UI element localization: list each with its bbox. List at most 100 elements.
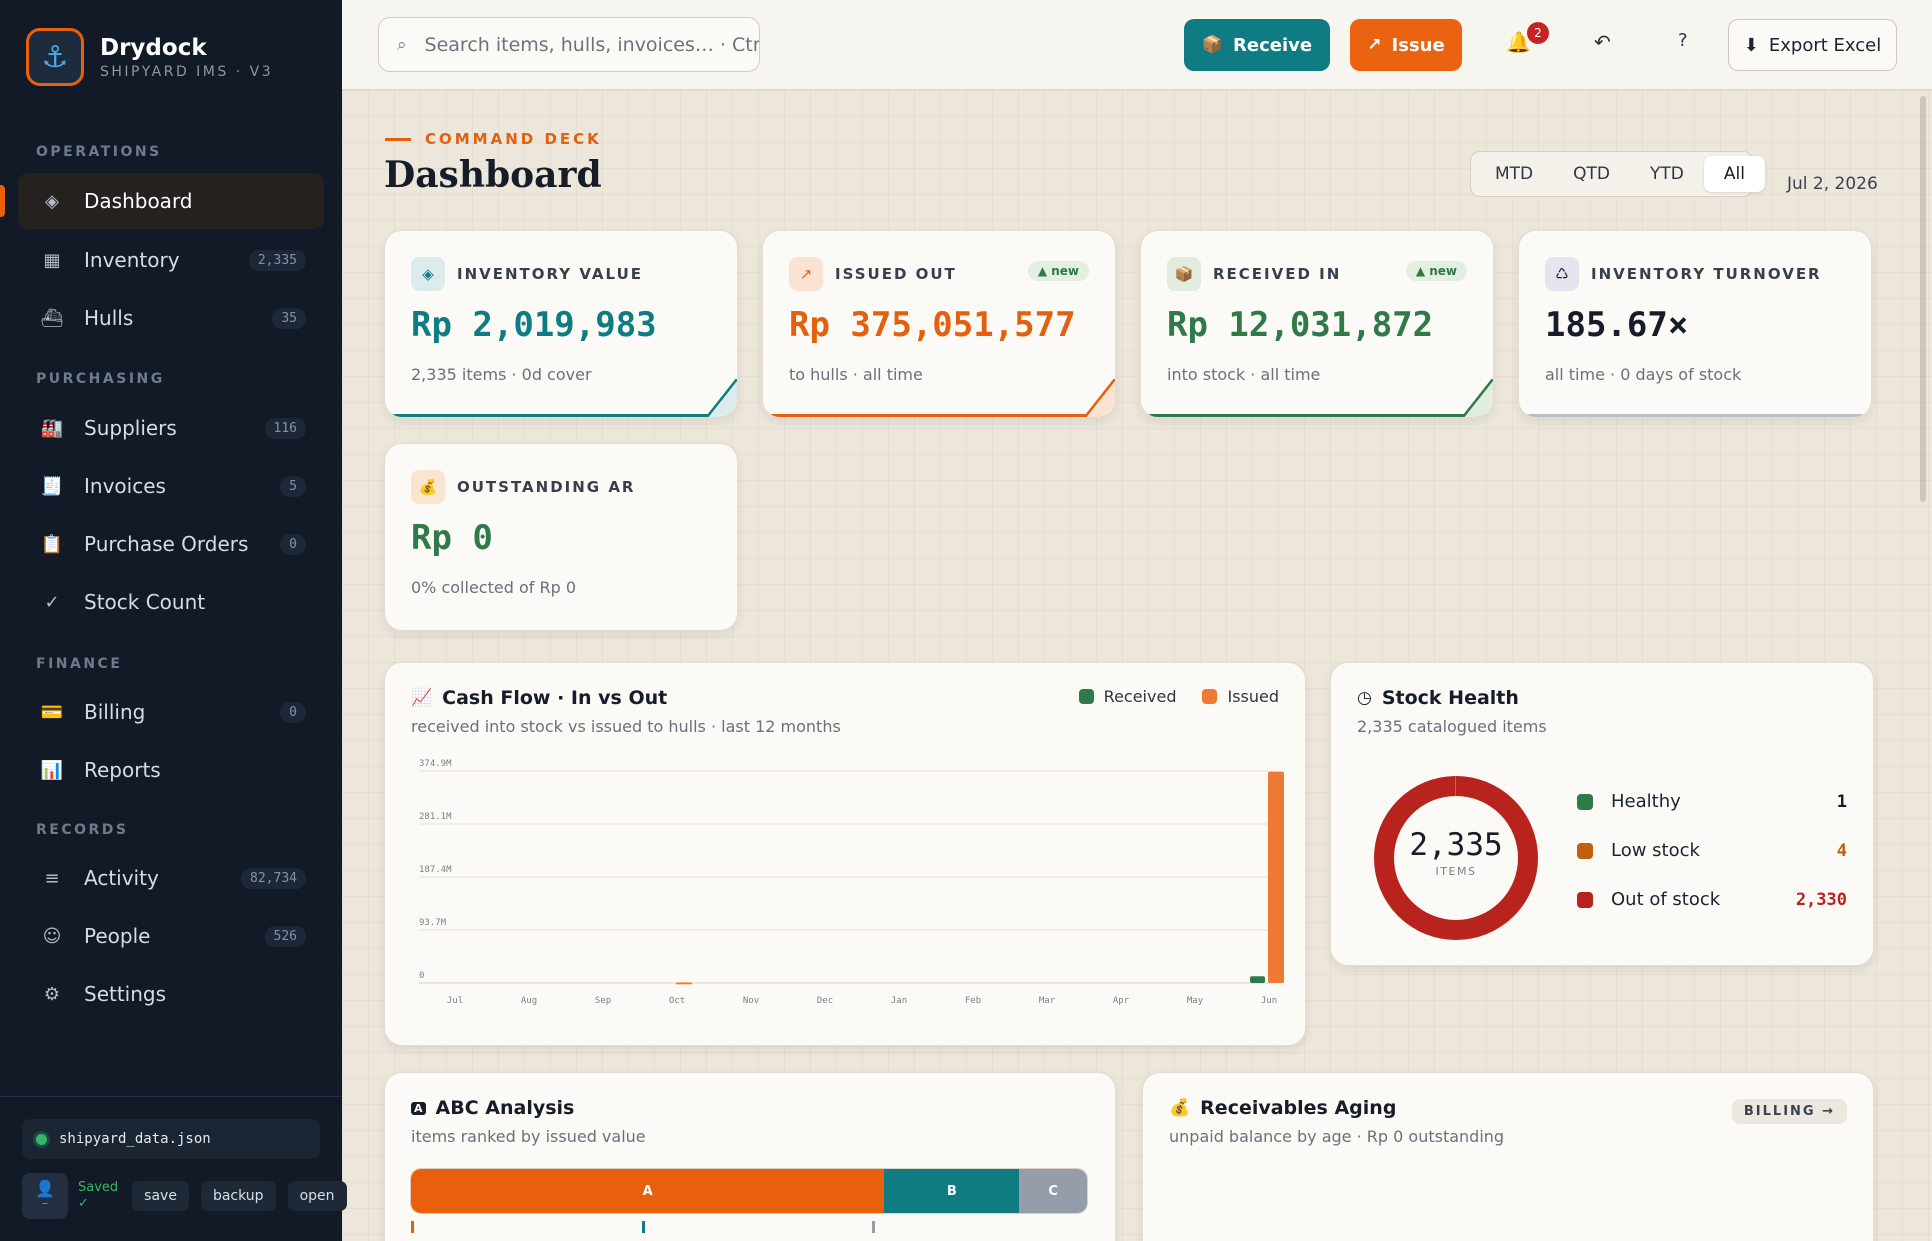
abc-marker-c bbox=[872, 1221, 875, 1233]
sidebar-item-count: 526 bbox=[264, 925, 306, 947]
money-bag-icon: 💰 bbox=[1169, 1098, 1191, 1118]
sidebar-item-label: Reports bbox=[84, 758, 161, 782]
health-row-healthy[interactable]: Healthy 1 bbox=[1577, 791, 1847, 812]
sidebar-item-hulls[interactable]: ⛴ Hulls 35 bbox=[18, 290, 324, 346]
nav-section-purchasing: PURCHASING bbox=[36, 371, 165, 387]
sidebar-item-label: Invoices bbox=[84, 474, 166, 498]
smiley-icon: ☺ bbox=[42, 925, 62, 947]
receive-button[interactable]: 📦 Receive bbox=[1184, 19, 1330, 71]
period-all[interactable]: All bbox=[1703, 156, 1765, 192]
sidebar-item-count: 0 bbox=[280, 533, 306, 555]
sidebar-item-reports[interactable]: 📊 Reports bbox=[18, 742, 324, 798]
sidebar-item-billing[interactable]: 💳 Billing 0 bbox=[18, 684, 324, 740]
clock-icon: ◷ bbox=[1357, 688, 1372, 708]
abc-marker-b bbox=[642, 1221, 645, 1233]
health-count: 4 bbox=[1836, 840, 1847, 861]
period-qtd[interactable]: QTD bbox=[1553, 156, 1630, 192]
health-swatch bbox=[1577, 793, 1593, 810]
bar-issued-jun bbox=[1268, 771, 1284, 983]
period-ytd[interactable]: YTD bbox=[1630, 156, 1704, 192]
kpi-accent-slash bbox=[1463, 379, 1493, 417]
list-icon: ≡ bbox=[44, 867, 60, 889]
sidebar-item-suppliers[interactable]: 🏭 Suppliers 116 bbox=[18, 400, 324, 456]
kpi-card-inventory-value[interactable]: ◈ INVENTORY VALUE Rp 2,019,983 2,335 items … bbox=[384, 230, 738, 418]
kpi-accent-line bbox=[1141, 414, 1493, 417]
sidebar-item-count: 82,734 bbox=[241, 867, 306, 889]
avatar[interactable]: 👤 – bbox=[22, 1173, 68, 1219]
brand[interactable]: ⚓ Drydock SHIPYARD IMS · V3 bbox=[26, 28, 273, 86]
sidebar-item-people[interactable]: ☺ People 526 bbox=[18, 908, 324, 964]
sidebar-item-invoices[interactable]: 🧾 Invoices 5 bbox=[18, 458, 324, 514]
kpi-value: Rp 0 bbox=[411, 518, 493, 558]
diamond-icon: ◈ bbox=[411, 257, 445, 291]
sidebar-item-activity[interactable]: ≡ Activity 82,734 bbox=[18, 850, 324, 906]
arrow-up-right-icon: ↗ bbox=[789, 257, 823, 291]
abc-segment-c[interactable]: C bbox=[1019, 1169, 1087, 1213]
issue-button[interactable]: ↗ Issue bbox=[1350, 19, 1462, 71]
sidebar-item-label: Settings bbox=[84, 982, 167, 1006]
page-eyebrow: COMMAND DECK bbox=[385, 130, 602, 148]
health-count: 2,330 bbox=[1795, 889, 1847, 910]
export-excel-button[interactable]: ⬇ Export Excel bbox=[1728, 19, 1897, 71]
sidebar-item-stock-count[interactable]: ✓ Stock Count bbox=[18, 574, 324, 630]
health-row-low-stock[interactable]: Low stock 4 bbox=[1577, 840, 1847, 861]
health-label: Low stock bbox=[1611, 840, 1700, 861]
undo-icon[interactable]: ↶ bbox=[1594, 30, 1611, 54]
kpi-accent-line bbox=[763, 414, 1115, 417]
data-file-chip[interactable]: shipyard_data.json bbox=[22, 1119, 320, 1159]
nav-section-finance: FINANCE bbox=[36, 656, 123, 672]
health-swatch bbox=[1577, 891, 1593, 908]
cashflow-card: 📈 Cash Flow · In vs Out received into st… bbox=[384, 662, 1306, 1046]
period-selector: MTD QTD YTD All bbox=[1470, 151, 1765, 197]
sidebar-item-dashboard[interactable]: ◈ Dashboard bbox=[0, 173, 324, 229]
kpi-value: 185.67× bbox=[1545, 305, 1689, 345]
topbar: ⌕ Search items, hulls, invoices… · Ctrl … bbox=[342, 0, 1932, 90]
donut-total-label: ITEMS bbox=[1435, 865, 1477, 878]
arrow-up-right-icon: ↗ bbox=[1367, 35, 1382, 55]
abc-analysis-card: A ABC Analysis items ranked by issued va… bbox=[384, 1072, 1116, 1241]
save-status: Saved ✓ bbox=[78, 1180, 118, 1212]
x-tick-label: Dec bbox=[817, 996, 833, 1006]
kpi-card-inventory-turnover[interactable]: ♺ INVENTORY TURNOVER 185.67× all time · 0 d… bbox=[1518, 230, 1872, 418]
search-placeholder: Search items, hulls, invoices… · Ctrl bbox=[424, 33, 760, 56]
y-tick-label: 0 bbox=[419, 971, 424, 981]
sidebar-item-count: 116 bbox=[264, 417, 306, 439]
abc-subtitle: items ranked by issued value bbox=[411, 1127, 646, 1146]
help-icon[interactable]: ? bbox=[1678, 30, 1688, 51]
kpi-card-received-in[interactable]: 📦 RECEIVED IN ▲ new Rp 12,031,872 into stock… bbox=[1140, 230, 1494, 418]
check-icon: ✓ bbox=[44, 591, 60, 613]
sidebar-item-label: Hulls bbox=[84, 306, 134, 330]
anchor-icon: ⚓ bbox=[26, 28, 84, 86]
search-input[interactable]: ⌕ Search items, hulls, invoices… · Ctrl bbox=[378, 17, 760, 72]
kpi-value: Rp 2,019,983 bbox=[411, 305, 657, 345]
kpi-label: INVENTORY VALUE bbox=[457, 265, 643, 283]
sidebar-item-inventory[interactable]: ▦ Inventory 2,335 bbox=[18, 232, 324, 288]
search-icon: ⌕ bbox=[397, 34, 407, 55]
abc-segment-a[interactable]: A bbox=[411, 1169, 885, 1213]
period-mtd[interactable]: MTD bbox=[1475, 156, 1553, 192]
save-button[interactable]: save bbox=[132, 1181, 189, 1211]
sidebar-item-purchase-orders[interactable]: 📋 Purchase Orders 0 bbox=[18, 516, 324, 572]
health-row-out-of-stock[interactable]: Out of stock 2,330 bbox=[1577, 889, 1847, 910]
abc-segment-b[interactable]: B bbox=[884, 1169, 1020, 1213]
billing-link[interactable]: BILLING → bbox=[1731, 1099, 1847, 1124]
sidebar-item-label: People bbox=[84, 924, 151, 948]
open-button[interactable]: open bbox=[287, 1181, 347, 1211]
download-icon: ⬇ bbox=[1743, 34, 1759, 56]
kpi-card-issued-out[interactable]: ↗ ISSUED OUT ▲ new Rp 375,051,577 to hulls ·… bbox=[762, 230, 1116, 418]
backup-button[interactable]: backup bbox=[200, 1181, 276, 1211]
kpi-card-outstanding-ar[interactable]: 💰 OUTSTANDING AR Rp 0 0% collected of Rp 0 bbox=[384, 443, 738, 631]
bar-issued-oct bbox=[676, 982, 692, 985]
kpi-value: Rp 12,031,872 bbox=[1167, 305, 1434, 345]
sidebar-item-settings[interactable]: ⚙ Settings bbox=[18, 966, 324, 1022]
stock-health-title: ◷ Stock Health bbox=[1357, 687, 1519, 709]
donut-total: 2,335 bbox=[1409, 827, 1503, 863]
kpi-label: ISSUED OUT bbox=[835, 265, 957, 283]
diamond-icon: ◈ bbox=[45, 190, 59, 212]
package-icon: 📦 bbox=[1201, 35, 1224, 55]
factory-icon: 🏭 bbox=[40, 417, 64, 439]
y-tick-label: 281.1M bbox=[419, 812, 452, 822]
page-title: Dashboard bbox=[384, 154, 602, 196]
credit-card-icon: 💳 bbox=[40, 701, 64, 723]
kpi-label: RECEIVED IN bbox=[1213, 265, 1342, 283]
